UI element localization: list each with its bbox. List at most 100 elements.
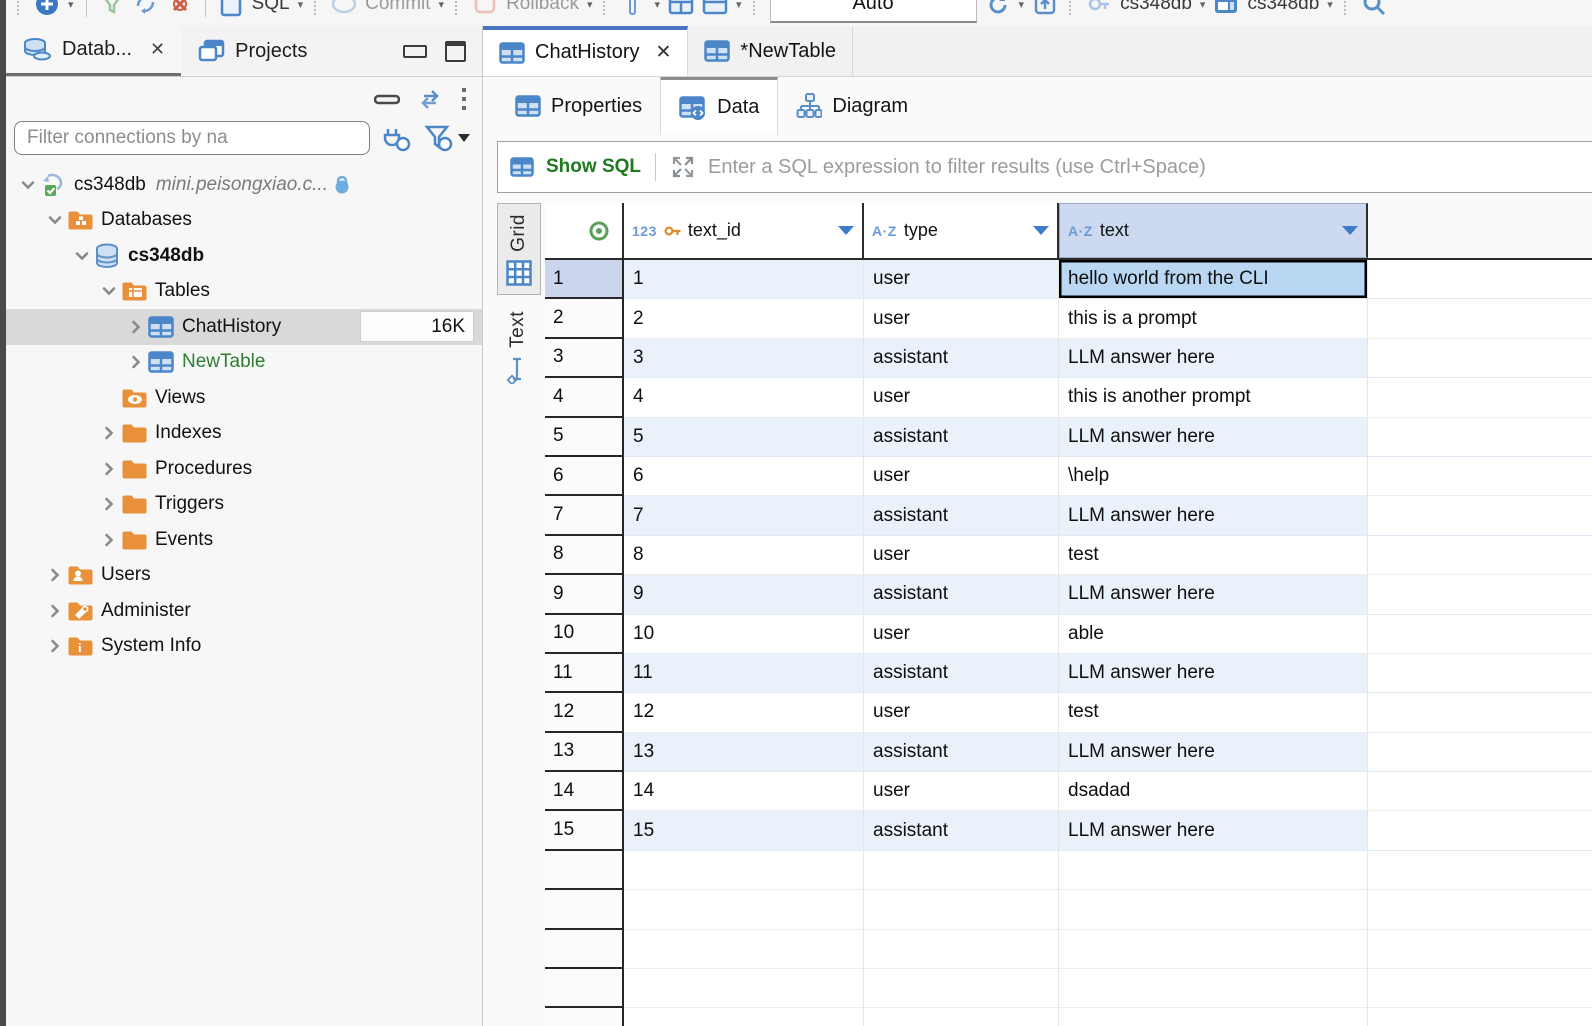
rollback-label[interactable]: Rollback: [506, 0, 579, 15]
row-number-cell[interactable]: [545, 930, 624, 969]
cell-text[interactable]: LLM answer here: [1059, 339, 1368, 378]
chevron-down-icon[interactable]: [45, 210, 65, 230]
row-number-cell[interactable]: 10: [545, 615, 624, 654]
row-number-cell[interactable]: 14: [545, 772, 624, 811]
new-connection-icon[interactable]: [34, 0, 60, 17]
cell-text_id[interactable]: 10: [624, 615, 864, 654]
cell-text[interactable]: hello world from the CLI: [1059, 260, 1368, 299]
row-number-cell[interactable]: 3: [545, 339, 624, 378]
row-number-cell[interactable]: 11: [545, 654, 624, 693]
empty-cell[interactable]: [864, 890, 1059, 929]
cell-text[interactable]: dsadad: [1059, 772, 1368, 811]
tree-item-system-info[interactable]: iSystem Info: [6, 629, 482, 665]
search-icon[interactable]: [1361, 0, 1387, 17]
chevron-right-icon[interactable]: [45, 601, 65, 621]
show-sql-button[interactable]: Show SQL: [546, 156, 641, 178]
cell-type[interactable]: user: [864, 299, 1059, 338]
disconnect-icon[interactable]: [167, 0, 193, 17]
link-with-editor-icon[interactable]: [416, 88, 444, 110]
cell-text_id[interactable]: 1: [624, 260, 864, 299]
cell-text_id[interactable]: 3: [624, 339, 864, 378]
chevron-right-icon[interactable]: [99, 530, 119, 550]
cell-text[interactable]: LLM answer here: [1059, 811, 1368, 850]
chevron-down-icon[interactable]: [99, 281, 119, 301]
sql-editor-label[interactable]: SQL: [252, 0, 290, 15]
cell-type[interactable]: user: [864, 615, 1059, 654]
tab-chathistory[interactable]: ChatHistory ✕: [483, 26, 688, 76]
cell-text_id[interactable]: 6: [624, 457, 864, 496]
chevron-down-icon[interactable]: [72, 246, 92, 266]
filter-connections-input[interactable]: [14, 121, 370, 155]
cell-text_id[interactable]: 5: [624, 418, 864, 457]
cell-type[interactable]: user: [864, 772, 1059, 811]
column-menu-caret-icon[interactable]: [1033, 226, 1049, 235]
tab-diagram[interactable]: Diagram: [778, 77, 926, 135]
cell-text_id[interactable]: 11: [624, 654, 864, 693]
empty-cell[interactable]: [1059, 1008, 1368, 1026]
connection-key-icon[interactable]: [1086, 0, 1112, 17]
cell-text[interactable]: able: [1059, 615, 1368, 654]
tree-item-triggers[interactable]: Triggers: [6, 487, 482, 523]
tree-item-tables[interactable]: Tables: [6, 274, 482, 310]
empty-cell[interactable]: [1059, 890, 1368, 929]
cell-text_id[interactable]: 13: [624, 733, 864, 772]
dropdown-caret-icon[interactable]: ▾: [68, 0, 74, 11]
commit-label[interactable]: Commit: [365, 0, 430, 15]
tab-data[interactable]: Data: [660, 77, 778, 135]
tree-item-cs348db[interactable]: cs348db: [6, 238, 482, 274]
cell-type[interactable]: assistant: [864, 418, 1059, 457]
cell-text[interactable]: LLM answer here: [1059, 654, 1368, 693]
cell-text[interactable]: test: [1059, 536, 1368, 575]
empty-cell[interactable]: [624, 890, 864, 929]
filter-funnel-icon[interactable]: [424, 123, 470, 153]
tree-item-administer[interactable]: Administer: [6, 593, 482, 629]
tree-item-views[interactable]: Views: [6, 380, 482, 416]
cell-text_id[interactable]: 14: [624, 772, 864, 811]
minimize-icon[interactable]: [403, 45, 427, 58]
tree-item-newtable[interactable]: NewTable: [6, 345, 482, 381]
cell-type[interactable]: user: [864, 260, 1059, 299]
cell-text[interactable]: test: [1059, 693, 1368, 732]
row-number-cell[interactable]: 9: [545, 575, 624, 614]
tree-item-databases[interactable]: Databases: [6, 203, 482, 239]
column-menu-caret-icon[interactable]: [838, 226, 854, 235]
cell-type[interactable]: assistant: [864, 339, 1059, 378]
empty-cell[interactable]: [1059, 969, 1368, 1008]
tree-item-users[interactable]: Users: [6, 558, 482, 594]
tree-item-indexes[interactable]: Indexes: [6, 416, 482, 452]
empty-cell[interactable]: [1059, 930, 1368, 969]
cell-text[interactable]: LLM answer here: [1059, 418, 1368, 457]
dropdown-caret-icon[interactable]: ▾: [298, 0, 304, 11]
tab-newtable[interactable]: *NewTable: [688, 26, 853, 76]
cell-text[interactable]: \help: [1059, 457, 1368, 496]
row-number-cell[interactable]: 8: [545, 536, 624, 575]
row-number-cell[interactable]: 7: [545, 496, 624, 535]
view-tab-grid[interactable]: Grid: [497, 203, 541, 295]
grid-view-icon[interactable]: [668, 0, 694, 17]
maximize-icon[interactable]: [445, 41, 466, 62]
tree-item-cs348db[interactable]: cs348dbmini.peisongxiao.c...: [6, 167, 482, 203]
tree-item-chathistory[interactable]: ChatHistory16K: [6, 309, 482, 345]
cell-type[interactable]: user: [864, 457, 1059, 496]
chevron-down-icon[interactable]: [18, 175, 38, 195]
filter-green-icon[interactable]: [99, 0, 125, 17]
row-number-cell[interactable]: [545, 890, 624, 929]
cell-text[interactable]: this is a prompt: [1059, 299, 1368, 338]
row-number-cell[interactable]: 1: [545, 260, 624, 299]
cell-text_id[interactable]: 12: [624, 693, 864, 732]
active-schema-label[interactable]: cs348db: [1247, 0, 1319, 15]
cell-type[interactable]: assistant: [864, 811, 1059, 850]
cell-text_id[interactable]: 9: [624, 575, 864, 614]
commit-mode-select[interactable]: Auto: [770, 0, 977, 23]
cell-text[interactable]: LLM answer here: [1059, 733, 1368, 772]
empty-cell[interactable]: [864, 851, 1059, 890]
empty-cell[interactable]: [1059, 851, 1368, 890]
row-number-cell[interactable]: [545, 1008, 624, 1026]
row-number-cell[interactable]: 13: [545, 733, 624, 772]
empty-cell[interactable]: [624, 851, 864, 890]
cell-text_id[interactable]: 15: [624, 811, 864, 850]
chevron-right-icon[interactable]: [99, 423, 119, 443]
column-menu-caret-icon[interactable]: [1342, 226, 1358, 235]
chevron-right-icon[interactable]: [126, 352, 146, 372]
cell-text[interactable]: LLM answer here: [1059, 496, 1368, 535]
